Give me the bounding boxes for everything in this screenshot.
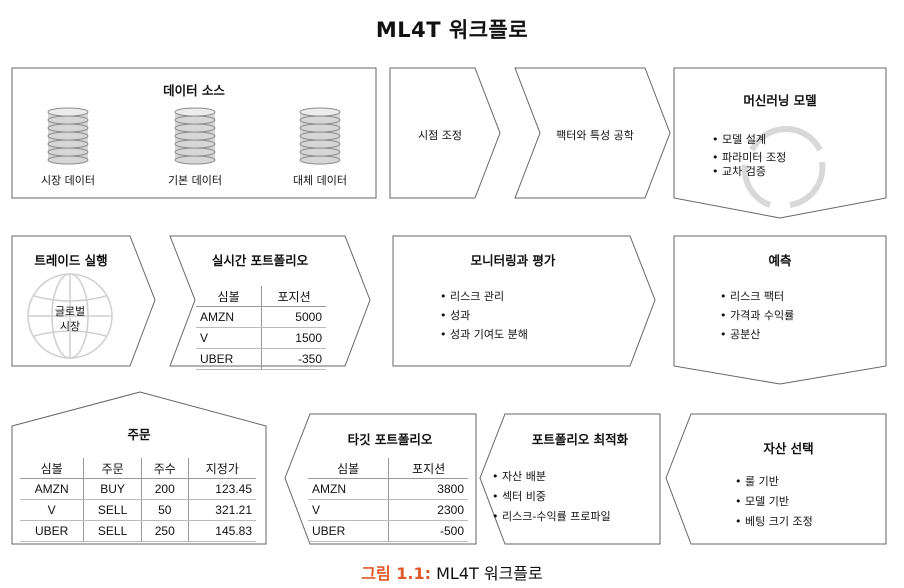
table-cell: SELL: [83, 499, 142, 521]
table-row: V 1500: [196, 327, 326, 349]
table-header-cell: 심볼: [196, 286, 262, 307]
table-cell: AMZN: [308, 478, 389, 500]
asset-select-item: 모델 기반: [735, 492, 813, 512]
table-cell: 2300: [388, 499, 468, 521]
table-cell: -350: [261, 348, 326, 370]
database-icon: [47, 107, 89, 165]
optimize-title: 포트폴리오 최적화: [531, 432, 629, 447]
table-header-cell: 포지션: [261, 286, 326, 307]
asset-select-item: 베팅 크기 조정: [735, 512, 813, 532]
table-cell: UBER: [20, 520, 84, 542]
table-header-cell: 주문: [83, 458, 142, 479]
table-cell: 5000: [261, 306, 326, 328]
trade-globe-label: 글로벌 시장: [54, 305, 86, 333]
target-table: 심볼 포지션 AMZN 3800 V 2300 UBER -500: [308, 458, 468, 542]
order-title: 주문: [127, 427, 151, 442]
monitor-title: 모니터링과 평가: [470, 253, 556, 268]
optimize-list: 자산 배분 섹터 비중 리스크-수익률 프로파일: [492, 467, 611, 527]
predict-item: 가격과 수익률: [720, 306, 794, 325]
table-cell: BUY: [83, 478, 142, 500]
realtime-table: 심볼 포지션 AMZN 5000 V 1500 UBER -350: [196, 286, 326, 370]
realtime-title: 실시간 포트폴리오: [211, 253, 309, 268]
optimize-item: 섹터 비중: [492, 487, 611, 507]
table-row: UBER -500: [308, 520, 468, 542]
predict-title: 예측: [768, 253, 792, 268]
monitor-item: 리스크 관리: [440, 287, 528, 306]
table-cell: UBER: [196, 348, 262, 370]
table-cell: AMZN: [20, 478, 84, 500]
database-icon: [174, 107, 216, 165]
table-header-cell: 주수: [140, 458, 189, 479]
predict-list: 리스크 팩터 가격과 수익률 공분산: [720, 287, 794, 344]
order-table: 심볼 주문 주수 지정가 AMZN BUY 200 123.45 V SELL 50 321.21 UB…: [20, 458, 256, 542]
figure-caption-text: ML4T 워크플로: [431, 564, 543, 583]
data-source-market: 시장 데이터: [40, 174, 96, 187]
optimize-item: 자산 배분: [492, 467, 611, 487]
table-row: AMZN 3800: [308, 478, 468, 500]
monitor-list: 리스크 관리 성과 성과 기여도 분해: [440, 287, 528, 344]
optimize-item: 리스크-수익률 프로파일: [492, 507, 611, 527]
table-header-cell: 포지션: [388, 458, 468, 479]
predict-item: 공분산: [720, 325, 794, 344]
table-row: V SELL 50 321.21: [20, 499, 256, 521]
table-cell: V: [196, 327, 262, 349]
table-cell: 145.83: [187, 520, 256, 542]
table-header-cell: 지정가: [187, 458, 256, 479]
table-cell: V: [308, 499, 389, 521]
monitor-item: 성과: [440, 306, 528, 325]
predict-item: 리스크 팩터: [720, 287, 794, 306]
table-row: AMZN BUY 200 123.45: [20, 478, 256, 500]
figure-caption: 그림 1.1: ML4T 워크플로: [0, 560, 904, 584]
table-cell: UBER: [308, 520, 389, 542]
ml-model-title: 머신러닝 모델: [743, 93, 817, 108]
table-row: V 2300: [308, 499, 468, 521]
data-source-alternative: 대체 데이터: [292, 174, 348, 187]
table-cell: V: [20, 499, 84, 521]
table-row: UBER -350: [196, 348, 326, 370]
table-header-cell: 심볼: [308, 458, 389, 479]
table-cell: -500: [388, 520, 468, 542]
trade-title: 트레이드 실행: [34, 253, 108, 268]
time-adjust-title: 시점 조정: [418, 129, 462, 142]
table-cell: 1500: [261, 327, 326, 349]
factor-title: 팩터와 특성 공학: [556, 129, 634, 142]
target-title: 타깃 포트폴리오: [347, 432, 433, 447]
table-cell: AMZN: [196, 306, 262, 328]
table-header-cell: 심볼: [20, 458, 84, 479]
database-icon: [299, 107, 341, 165]
asset-select-list: 룰 기반 모델 기반 베팅 크기 조정: [735, 472, 813, 532]
table-row: AMZN 5000: [196, 306, 326, 328]
table-row: UBER SELL 250 145.83: [20, 520, 256, 542]
diagram-title: ML4T 워크플로: [375, 18, 529, 42]
data-source-fundamental: 기본 데이터: [167, 174, 223, 187]
table-cell: 321.21: [187, 499, 256, 521]
ml-model-item: 모델 설계: [712, 131, 786, 149]
data-source-title: 데이터 소스: [163, 83, 225, 98]
ml-model-list: 모델 설계 파라미터 조정 교차 검증: [712, 131, 786, 181]
monitor-item: 성과 기여도 분해: [440, 325, 528, 344]
asset-select-title: 자산 선택: [763, 441, 814, 456]
table-cell: 50: [140, 499, 189, 521]
table-cell: SELL: [83, 520, 142, 542]
table-cell: 123.45: [187, 478, 256, 500]
figure-caption-label: 그림 1.1:: [361, 564, 432, 583]
table-cell: 250: [140, 520, 189, 542]
asset-select-item: 룰 기반: [735, 472, 813, 492]
table-cell: 200: [140, 478, 189, 500]
table-cell: 3800: [388, 478, 468, 500]
